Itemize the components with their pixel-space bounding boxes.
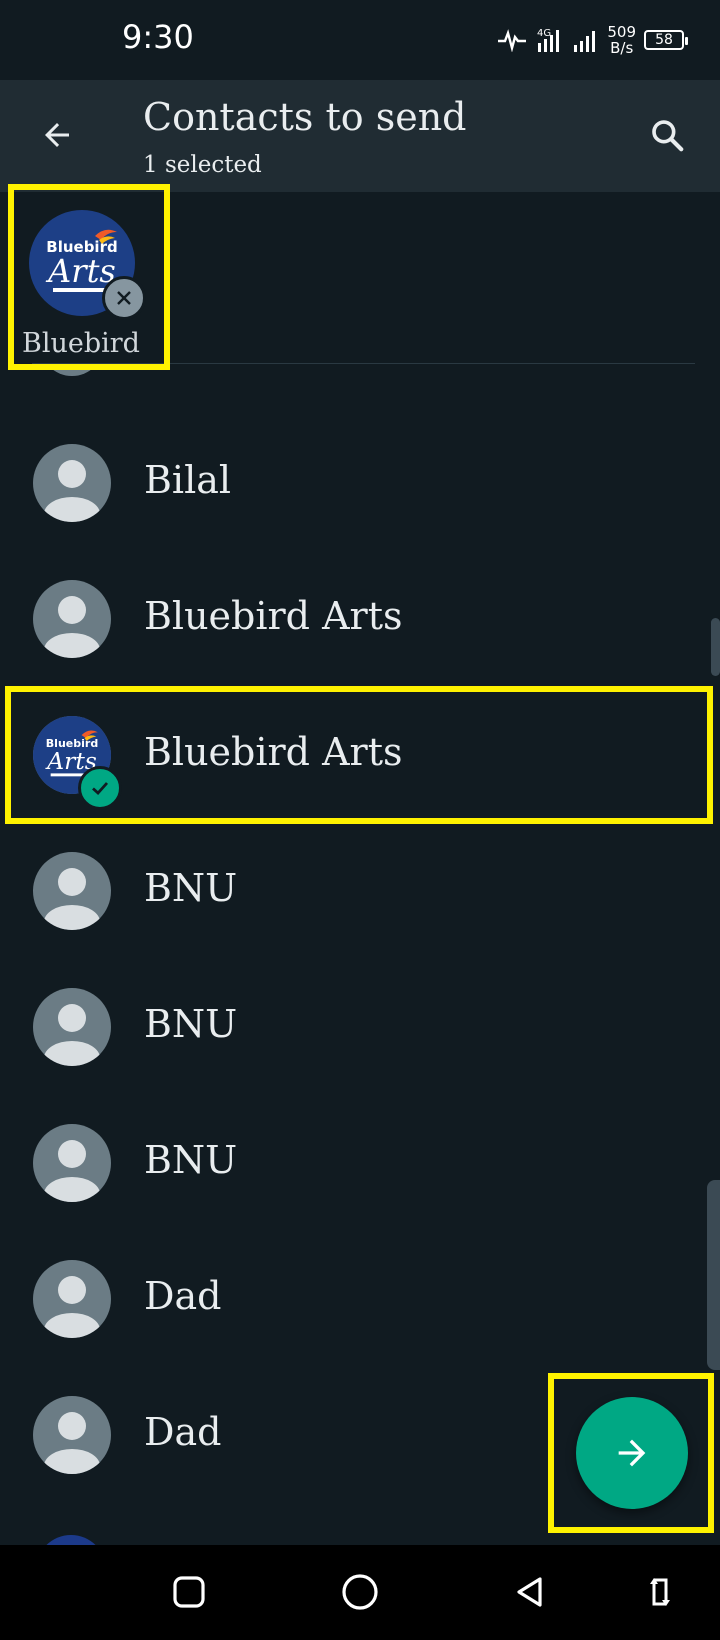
status-icons: 4G 509 B/s 58 xyxy=(497,18,688,62)
default-avatar-icon xyxy=(33,852,111,930)
system-nav-bar xyxy=(0,1545,720,1640)
list-item-selected[interactable]: Bluebird Arts Bluebird Arts xyxy=(0,686,720,822)
default-avatar-icon xyxy=(33,1124,111,1202)
triangle-back-icon xyxy=(517,1577,542,1607)
battery-level: 58 xyxy=(655,32,673,48)
arrow-left-icon xyxy=(45,123,69,147)
contact-name: Bluebird Arts xyxy=(144,730,403,774)
page-title: Contacts to send xyxy=(143,95,467,139)
back-button[interactable] xyxy=(32,110,82,160)
battery-icon: 58 xyxy=(644,30,688,50)
list-item[interactable]: Bluebird Arts xyxy=(0,550,720,686)
net-speed-value: 509 xyxy=(607,23,636,41)
check-icon xyxy=(78,766,122,810)
list-item[interactable]: Bilal xyxy=(0,414,720,550)
rotate-button[interactable] xyxy=(635,1567,685,1617)
close-icon xyxy=(117,291,131,305)
selected-count: 1 selected xyxy=(143,152,262,178)
contact-name: BNU xyxy=(144,1002,238,1046)
scrollbar-thumb[interactable] xyxy=(711,618,720,676)
partial-avatar xyxy=(40,364,104,386)
arrow-right-icon xyxy=(618,1439,646,1467)
net-speed-unit: B/s xyxy=(610,39,634,57)
circle-icon xyxy=(342,1574,378,1610)
list-item[interactable]: BNU xyxy=(0,1094,720,1230)
rotate-icon xyxy=(650,1578,670,1606)
home-button[interactable] xyxy=(335,1567,385,1617)
signal-icon xyxy=(574,31,596,52)
status-bar: 9:30 4G 509 B/s 58 xyxy=(0,0,720,80)
default-avatar-icon xyxy=(33,988,111,1066)
selected-chip[interactable]: Bluebird Arts Bluebird xyxy=(14,198,162,359)
send-contacts-button[interactable] xyxy=(576,1397,688,1509)
net-speed: 509 B/s xyxy=(607,24,636,56)
contact-name: BNU xyxy=(144,1138,238,1182)
list-item[interactable]: Dad xyxy=(0,1230,720,1366)
default-avatar-icon xyxy=(33,1396,111,1474)
contact-name: Bluebird Arts xyxy=(144,594,403,638)
default-avatar-icon xyxy=(33,1260,111,1338)
activity-icon xyxy=(498,29,527,52)
contact-name: Dad xyxy=(144,1410,222,1454)
default-avatar-icon xyxy=(33,444,111,522)
contact-name: Dad xyxy=(144,1274,222,1318)
partial-avatar xyxy=(36,1535,106,1545)
selected-chip-name: Bluebird xyxy=(22,328,140,359)
network-label: 4G xyxy=(537,28,551,39)
remove-selected-button[interactable] xyxy=(102,276,146,320)
search-icon xyxy=(652,120,684,152)
nav-back-button[interactable] xyxy=(505,1567,555,1617)
selected-contacts-strip: Bluebird Arts Bluebird xyxy=(0,192,720,364)
signal-4g-icon: 4G xyxy=(537,28,560,52)
app-bar: Contacts to send 1 selected xyxy=(0,80,720,192)
list-item[interactable]: BNU xyxy=(0,822,720,958)
contact-name: BNU xyxy=(144,866,238,910)
default-avatar-icon xyxy=(33,580,111,658)
recents-button[interactable] xyxy=(164,1567,214,1617)
edge-panel-handle[interactable] xyxy=(707,1180,720,1370)
contact-name: Bilal xyxy=(144,458,232,502)
search-button[interactable] xyxy=(642,110,692,160)
divider xyxy=(32,363,695,364)
list-item[interactable]: BNU xyxy=(0,958,720,1094)
status-time: 9:30 xyxy=(122,18,194,56)
square-icon xyxy=(173,1576,205,1608)
